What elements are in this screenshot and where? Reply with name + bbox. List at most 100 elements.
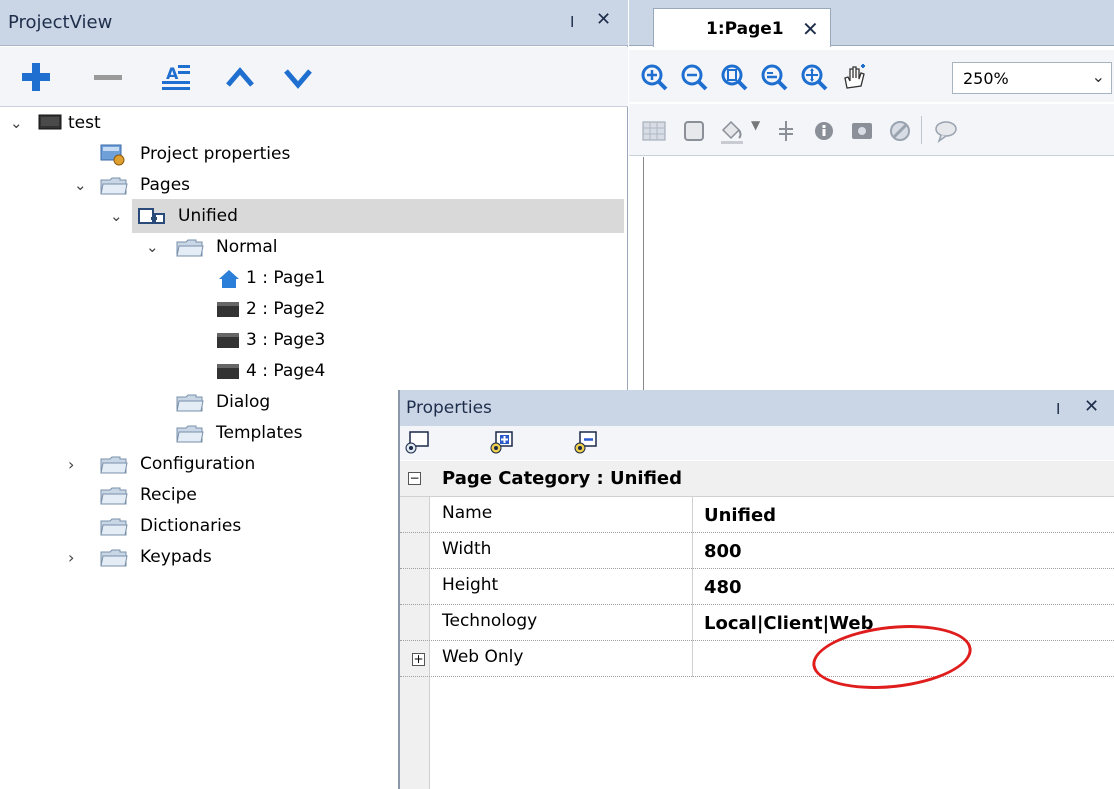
close-tab-icon[interactable]: ✕ — [802, 17, 819, 41]
comment-icon[interactable] — [931, 116, 961, 146]
move-up-icon[interactable] — [220, 57, 260, 97]
property-row-height[interactable]: Height 480 — [400, 569, 1114, 605]
tree-label: 1 : Page1 — [246, 268, 326, 288]
tree-node-recipe[interactable]: Recipe — [0, 480, 390, 511]
property-category[interactable]: − Page Category : Unified — [400, 461, 1114, 497]
tree-node-page3[interactable]: 3 : Page3 — [0, 325, 400, 356]
collapse-box-icon[interactable]: − — [408, 472, 421, 485]
tree-label: Normal — [216, 237, 278, 257]
zoom-area-icon[interactable] — [799, 62, 829, 92]
expand-all-icon[interactable] — [488, 430, 516, 456]
chevron-right-icon[interactable]: › — [68, 449, 74, 480]
rename-icon[interactable]: A — [156, 57, 196, 97]
chevron-down-icon[interactable]: ⌄ — [1092, 67, 1105, 86]
chevron-down-icon[interactable]: ▼ — [751, 118, 760, 132]
chevron-down-icon[interactable]: ⌄ — [110, 201, 123, 232]
property-value[interactable]: 480 — [704, 577, 742, 598]
tree-node-test[interactable]: ⌄ test — [0, 108, 300, 139]
toolbar-divider — [921, 116, 922, 144]
tree-node-templates[interactable]: Templates — [0, 418, 390, 449]
property-value[interactable]: 800 — [704, 541, 742, 562]
folder-icon — [100, 456, 128, 474]
project-view-toolbar: A — [0, 47, 628, 107]
column-separator — [692, 569, 693, 605]
property-name: Height — [442, 575, 499, 595]
svg-text:A: A — [166, 64, 179, 83]
tree-node-unified[interactable]: ⌄ Unified — [0, 201, 400, 232]
column-separator — [692, 497, 693, 533]
property-value[interactable]: Local|Client|Web — [704, 613, 873, 634]
zoom-level-value: 250% — [963, 69, 1009, 88]
properties-panel: Properties ⵏ ✕ − Page Category : Unified… — [398, 390, 1114, 789]
folder-icon — [176, 394, 204, 412]
category-label: Page Category : Unified — [442, 468, 683, 489]
column-separator — [692, 605, 693, 641]
project-view-titlebar: ProjectView ⵏ ✕ — [0, 0, 628, 46]
tree-label: Configuration — [140, 454, 256, 474]
add-icon[interactable] — [16, 57, 56, 97]
property-row-width[interactable]: Width 800 — [400, 533, 1114, 569]
tree-node-pages[interactable]: ⌄ Pages — [0, 170, 300, 201]
page-toolbar: ▼ — [629, 104, 1114, 156]
tree-node-keypads[interactable]: › Keypads — [0, 542, 390, 573]
property-name: Technology — [442, 611, 538, 631]
properties-toolbar — [400, 426, 1114, 460]
chevron-down-icon[interactable]: ⌄ — [146, 232, 159, 263]
property-row-technology[interactable]: Technology Local|Client|Web — [400, 605, 1114, 641]
page-icon — [217, 302, 239, 317]
tree-node-page4[interactable]: 4 : Page4 — [0, 356, 400, 387]
chevron-down-icon[interactable]: ⌄ — [74, 170, 87, 201]
tree-label: Project properties — [140, 144, 291, 164]
page-icon — [217, 364, 239, 379]
chevron-right-icon[interactable]: › — [68, 542, 74, 573]
remove-icon[interactable] — [88, 57, 128, 97]
tab-page1[interactable]: 1:Page1 ✕ — [653, 8, 831, 47]
disable-icon[interactable] — [885, 116, 915, 146]
tree-node-page1[interactable]: 1 : Page1 — [0, 263, 400, 294]
zoom-fit-icon[interactable] — [759, 62, 789, 92]
properties-view-icon[interactable] — [404, 430, 432, 456]
collapse-all-icon[interactable] — [572, 430, 600, 456]
fill-color-icon[interactable] — [717, 116, 747, 146]
tree-label: Pages — [140, 175, 191, 195]
tree-label: Keypads — [140, 547, 212, 567]
screen-capture-icon[interactable] — [847, 116, 877, 146]
tree-node-configuration[interactable]: › Configuration — [0, 449, 390, 480]
properties-title: Properties — [406, 398, 492, 418]
folder-icon — [100, 518, 128, 536]
tree-label: Dictionaries — [140, 516, 242, 536]
property-row-name[interactable]: Name Unified — [400, 497, 1114, 533]
pin-icon[interactable]: ⵏ — [1056, 400, 1060, 418]
project-view-title: ProjectView — [8, 12, 113, 33]
tree-label: 3 : Page3 — [246, 330, 326, 350]
tree-node-dictionaries[interactable]: Dictionaries — [0, 511, 390, 542]
tree-label: 4 : Page4 — [246, 361, 326, 381]
zoom-toolbar: 250% ⌄ — [629, 50, 1114, 102]
property-value[interactable]: Unified — [704, 505, 776, 526]
pin-icon[interactable]: ⵏ — [570, 13, 574, 31]
close-icon[interactable]: ✕ — [596, 9, 611, 30]
zoom-in-icon[interactable] — [639, 62, 669, 92]
device-icon — [38, 114, 62, 130]
property-row-web-only[interactable]: + Web Only — [400, 641, 1114, 677]
align-icon[interactable] — [771, 116, 801, 146]
tree-node-page2[interactable]: 2 : Page2 — [0, 294, 400, 325]
zoom-level-select[interactable]: 250% ⌄ — [952, 62, 1112, 94]
move-down-icon[interactable] — [278, 57, 318, 97]
pan-hand-icon[interactable] — [839, 62, 869, 92]
grid-icon[interactable] — [639, 116, 669, 146]
chevron-down-icon[interactable]: ⌄ — [10, 108, 23, 139]
zoom-page-icon[interactable] — [719, 62, 749, 92]
close-icon[interactable]: ✕ — [1084, 396, 1099, 417]
folder-icon — [100, 549, 128, 567]
zoom-out-icon[interactable] — [679, 62, 709, 92]
property-name: Web Only — [442, 647, 524, 667]
page-border-icon[interactable] — [679, 116, 709, 146]
expand-box-icon[interactable]: + — [412, 653, 425, 666]
info-icon[interactable] — [809, 116, 839, 146]
column-separator — [692, 641, 693, 677]
tree-node-normal[interactable]: ⌄ Normal — [0, 232, 400, 263]
tree-node-project-properties[interactable]: Project properties — [0, 139, 400, 170]
property-name: Width — [442, 539, 492, 559]
tree-node-dialog[interactable]: Dialog — [0, 387, 390, 418]
